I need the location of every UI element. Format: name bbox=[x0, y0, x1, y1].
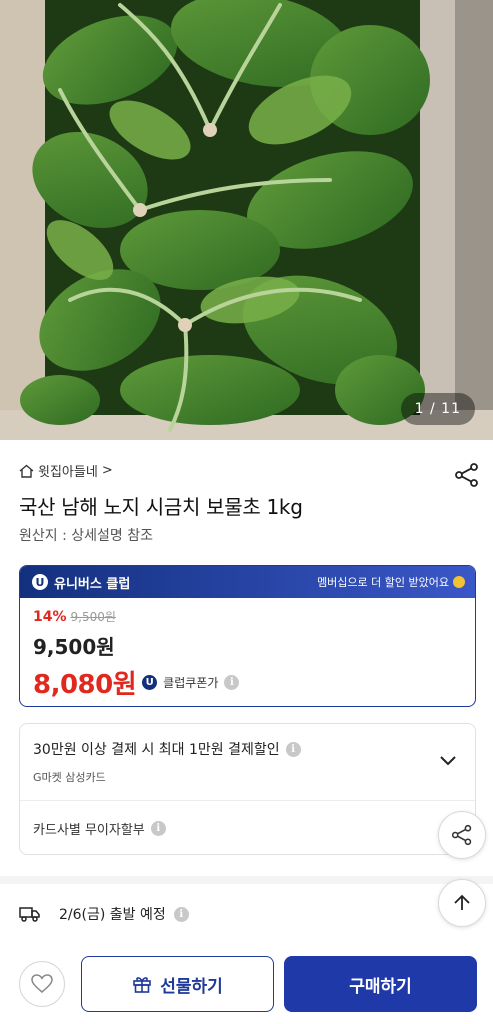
buy-button[interactable]: 구매하기 bbox=[284, 956, 477, 1012]
delivery-row: 2/6(금) 출발 예정 i bbox=[19, 904, 189, 924]
sale-price: 9,500원 bbox=[33, 635, 115, 659]
floating-share-button[interactable] bbox=[438, 811, 486, 859]
product-image[interactable]: 1 / 11 bbox=[0, 0, 493, 440]
home-icon bbox=[19, 464, 34, 478]
product-title: 국산 남해 노지 시금치 보물초 1kg bbox=[19, 495, 303, 519]
info-icon[interactable]: i bbox=[150, 821, 166, 836]
spinach-photo bbox=[0, 0, 493, 440]
installment-row[interactable]: 카드사별 무이자할부 i bbox=[33, 819, 166, 838]
heart-icon bbox=[31, 974, 53, 993]
card-name: G마켓 삼성카드 bbox=[33, 771, 106, 784]
info-icon[interactable]: i bbox=[224, 675, 240, 690]
club-price-box: U 유니버스 클럽 멤버십으로 더 할인 받았어요 14% 9,500원 9,5… bbox=[19, 565, 476, 707]
product-origin: 원산지 : 상세설명 참조 bbox=[19, 528, 153, 544]
image-counter: 1 / 11 bbox=[400, 393, 475, 425]
chevron-down-icon bbox=[440, 756, 456, 766]
original-price: 9,500원 bbox=[70, 610, 116, 624]
arrow-up-icon bbox=[454, 894, 470, 910]
gift-label: 선물하기 bbox=[160, 976, 223, 997]
club-name: 유니버스 클럽 bbox=[54, 576, 131, 592]
coin-icon bbox=[453, 576, 465, 588]
universe-small-icon: U bbox=[142, 675, 158, 690]
delivery-date: 2/6(금) 출발 예정 bbox=[59, 907, 166, 923]
bottom-action-bar: 선물하기 구매하기 bbox=[0, 944, 493, 1024]
share-button[interactable] bbox=[454, 462, 480, 488]
universe-badge-icon: U bbox=[32, 574, 48, 590]
card-discount-box: 30만원 이상 결제 시 최대 1만원 결제할인 i G마켓 삼성카드 카드사별… bbox=[19, 723, 476, 855]
gift-button[interactable]: 선물하기 bbox=[81, 956, 274, 1012]
info-icon[interactable]: i bbox=[173, 906, 189, 922]
club-coupon-price: 8,080원 bbox=[33, 670, 137, 700]
card-discount-text: 30만원 이상 결제 시 최대 1만원 결제할인 bbox=[33, 742, 280, 758]
seller-link[interactable]: 윗집아들네 > bbox=[19, 461, 113, 480]
discount-rate: 14% bbox=[33, 609, 67, 625]
info-icon[interactable]: i bbox=[285, 741, 301, 757]
wishlist-button[interactable] bbox=[19, 961, 65, 1007]
truck-icon bbox=[19, 907, 40, 922]
expand-button[interactable] bbox=[439, 752, 457, 771]
scroll-top-button[interactable] bbox=[438, 879, 486, 927]
share-icon bbox=[451, 824, 472, 846]
gift-icon bbox=[133, 977, 152, 993]
club-promo: 멤버십으로 더 할인 받았어요 bbox=[317, 576, 449, 589]
buy-label: 구매하기 bbox=[349, 976, 412, 997]
card-discount-row[interactable]: 30만원 이상 결제 시 최대 1만원 결제할인 i bbox=[33, 739, 301, 759]
club-coupon-label: 클럽쿠폰가 bbox=[163, 676, 219, 690]
seller-name: 윗집아들네 bbox=[38, 465, 98, 480]
divider bbox=[20, 800, 475, 801]
installment-text: 카드사별 무이자할부 bbox=[33, 823, 145, 838]
club-header[interactable]: U 유니버스 클럽 멤버십으로 더 할인 받았어요 bbox=[20, 566, 475, 598]
seller-arrow: > bbox=[101, 463, 113, 478]
share-icon bbox=[455, 463, 478, 487]
section-separator bbox=[0, 876, 493, 884]
